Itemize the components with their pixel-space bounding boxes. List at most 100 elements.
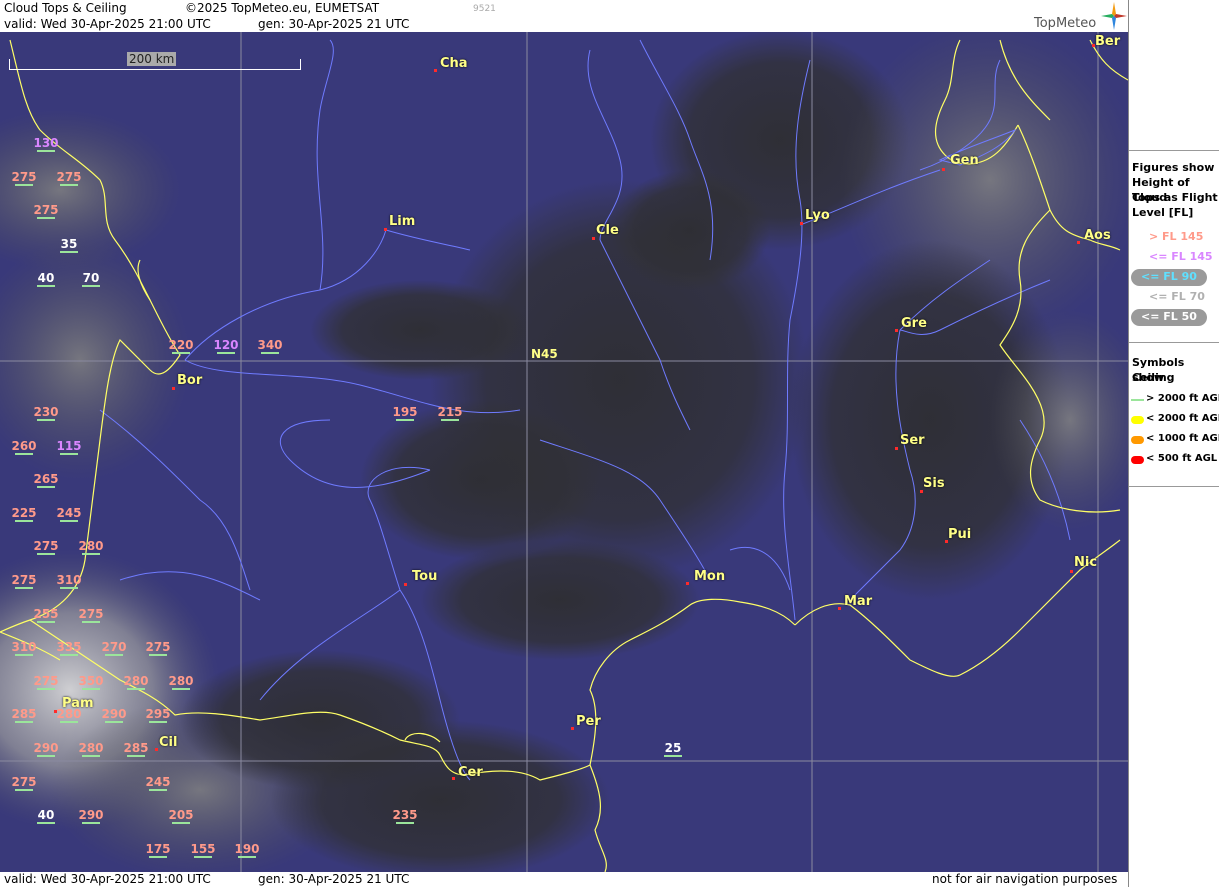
city-label: Tou <box>412 569 438 584</box>
legend-flight-level: <= FL 90 <box>1141 270 1197 283</box>
ceiling-symbol <box>396 822 414 824</box>
flight-level-value: 280 <box>123 674 149 688</box>
city-marker <box>384 228 387 231</box>
ceiling-symbol <box>82 621 100 623</box>
ceiling-symbol <box>37 285 55 287</box>
flight-level-value: 25 <box>664 741 682 755</box>
flight-level-value: 285 <box>11 707 37 721</box>
flight-level-value: 260 <box>11 439 37 453</box>
legend-title-line: Level [FL] <box>1132 206 1194 219</box>
ceiling-legend-symbol <box>1131 436 1144 444</box>
ceiling-legend-symbol <box>1131 416 1144 424</box>
flight-level-value: 275 <box>78 607 104 621</box>
ceiling-symbol <box>60 520 78 522</box>
ceiling-symbol <box>82 822 100 824</box>
flight-level-value: 340 <box>257 338 283 352</box>
city-marker <box>686 582 689 585</box>
flight-level-value: 275 <box>33 539 59 553</box>
city-label: Gre <box>901 316 927 331</box>
legend-separator <box>1129 342 1219 343</box>
image-code: 9521 <box>473 4 496 14</box>
ceiling-symbol <box>82 553 100 555</box>
flight-level-value: 155 <box>190 842 216 856</box>
ceiling-symbol <box>60 453 78 455</box>
city-marker <box>838 607 841 610</box>
footer-valid-time: valid: Wed 30-Apr-2025 21:00 UTC <box>4 872 211 886</box>
flight-level-value: 310 <box>11 640 37 654</box>
flight-level-value: 290 <box>101 707 127 721</box>
flight-level-value: 245 <box>145 775 171 789</box>
valid-time: valid: Wed 30-Apr-2025 21:00 UTC <box>4 17 211 31</box>
ceiling-symbol <box>60 251 78 253</box>
ceiling-symbol <box>441 419 459 421</box>
flight-level-value: 280 <box>78 539 104 553</box>
ceiling-symbol <box>15 721 33 723</box>
flight-level-value: 280 <box>56 707 82 721</box>
ceiling-symbol <box>37 755 55 757</box>
flight-level-value: 295 <box>145 707 171 721</box>
ceiling-symbol <box>15 453 33 455</box>
ceiling-symbol <box>238 856 256 858</box>
flight-level-value: 270 <box>101 640 127 654</box>
city-label: Pui <box>948 527 972 542</box>
map-title: Cloud Tops & Ceiling <box>4 1 127 15</box>
flight-level-value: 335 <box>56 640 82 654</box>
flight-level-value: 265 <box>33 472 59 486</box>
flight-level-value: 275 <box>11 170 37 184</box>
grid-label-n45: N45 <box>531 347 558 361</box>
ceiling-symbol <box>37 621 55 623</box>
city-label: Lim <box>389 214 416 229</box>
ceiling-symbol <box>60 184 78 186</box>
ceiling-symbol <box>172 822 190 824</box>
ceiling-symbol <box>105 654 123 656</box>
ceiling-symbol <box>37 217 55 219</box>
city-label: Cil <box>159 735 178 750</box>
city-marker <box>895 329 898 332</box>
city-label: Cha <box>440 56 468 71</box>
city-marker <box>172 387 175 390</box>
city-marker <box>592 237 595 240</box>
ceiling-symbol <box>194 856 212 858</box>
ceiling-symbol <box>60 587 78 589</box>
city-label: Lyo <box>805 208 830 223</box>
legend-title-line: Figures show <box>1132 161 1215 174</box>
flight-level-value: 215 <box>437 405 463 419</box>
ceiling-symbol <box>149 721 167 723</box>
flight-level-value: 275 <box>56 170 82 184</box>
flight-level-value: 120 <box>213 338 239 352</box>
city-label: Mar <box>844 594 873 609</box>
flight-level-value: 220 <box>168 338 194 352</box>
footer-gen-time: gen: 30-Apr-2025 21 UTC <box>258 872 410 886</box>
flight-level-value: 40 <box>37 808 55 822</box>
satellite-map[interactable]: 200 km N45 Cha Ber Gen Lim Cle Lyo Aos Gre Bor Se… <box>0 32 1128 872</box>
legend-title-line: Tops as Flight <box>1132 191 1218 204</box>
ceiling-symbol <box>217 352 235 354</box>
city-label: Ser <box>900 433 925 448</box>
ceiling-symbol <box>82 755 100 757</box>
city-label: Bor <box>177 373 203 388</box>
ceiling-symbol <box>149 654 167 656</box>
ceiling-symbol <box>37 486 55 488</box>
city-marker <box>434 69 437 72</box>
city-marker <box>895 447 898 450</box>
flight-level-value: 275 <box>33 674 59 688</box>
flight-level-value: 275 <box>145 640 171 654</box>
ceiling-legend-label: > 2000 ft AGL <box>1146 393 1219 404</box>
ceiling-symbol <box>37 822 55 824</box>
legend-panel: Figures show Height of Cloud Tops as Fligh… <box>1128 0 1219 887</box>
flight-level-value: 275 <box>11 775 37 789</box>
ceiling-legend-label: < 2000 ft AGL <box>1146 413 1219 424</box>
ceiling-symbol <box>261 352 279 354</box>
flight-level-value: 255 <box>33 607 59 621</box>
city-label: Sis <box>923 476 945 491</box>
flight-level-value: 280 <box>78 741 104 755</box>
flight-level-value: 290 <box>78 808 104 822</box>
flight-level-value: 290 <box>33 741 59 755</box>
city-label: Ber <box>1095 34 1121 49</box>
ceiling-symbol <box>15 654 33 656</box>
ceiling-symbol <box>15 184 33 186</box>
city-marker <box>452 777 455 780</box>
city-marker <box>800 222 803 225</box>
ceiling-symbol <box>82 688 100 690</box>
disclaimer: not for air navigation purposes <box>932 872 1118 886</box>
